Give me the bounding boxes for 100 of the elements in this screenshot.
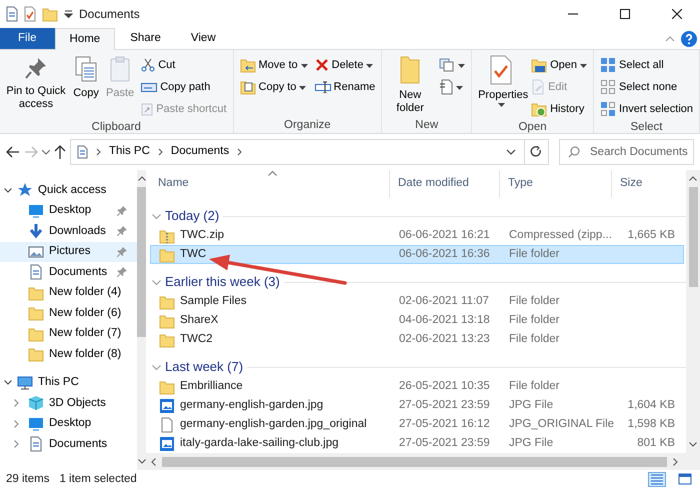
chevron-icon[interactable] (237, 148, 242, 156)
scroll-left-icon[interactable] (151, 458, 156, 466)
column-header[interactable]: Type (500, 170, 612, 198)
ribbon-button[interactable]: Rename (312, 77, 378, 97)
collapsed-chevron-icon[interactable] (14, 420, 19, 428)
collapsed-chevron-icon[interactable] (14, 440, 19, 448)
dropdown-icon[interactable] (506, 149, 516, 155)
view-button[interactable] (648, 472, 666, 487)
select-none-icon (600, 79, 616, 95)
properties-icon (488, 55, 514, 85)
sidebar-item[interactable]: Documents (0, 434, 138, 454)
sidebar-item[interactable]: New folder (7) (0, 324, 138, 344)
refresh-icon[interactable] (530, 146, 542, 158)
file-type: File folder (509, 248, 560, 260)
ribbon-button[interactable]: Cut (139, 55, 229, 75)
up-icon[interactable] (54, 145, 66, 159)
ribbon-button[interactable]: Pin to Quick access (4, 53, 68, 119)
picture-icon (28, 244, 44, 260)
file-row[interactable]: TWC.zip 06-06-2021 16:21 Compressed (zipp... 1,665 KB (150, 226, 684, 245)
ribbon-button[interactable]: History (529, 99, 590, 119)
ribbon-button[interactable]: Copy to (238, 77, 310, 97)
ribbon-button[interactable]: Open (529, 55, 590, 75)
scrollbar-thumb[interactable] (162, 456, 667, 466)
image-file-icon (159, 398, 175, 414)
sidebar-item[interactable]: Downloads (0, 221, 138, 242)
ribbon-button[interactable]: New folder (386, 53, 434, 117)
sidebar-item[interactable]: Desktop (0, 414, 138, 434)
back-icon[interactable] (6, 146, 20, 158)
file-menu-tab[interactable]: File (0, 28, 55, 49)
file-name: TWC2 (180, 332, 213, 347)
expanded-chevron-icon[interactable] (4, 188, 12, 193)
file-row[interactable]: italy-garda-lake-sailing-club.jpg 27-05-2021 23:59 JPG File 801 KB (150, 434, 684, 453)
scroll-down-icon[interactable] (689, 442, 697, 447)
file-row[interactable]: germany-english-garden.jpg_original 27-05-2021 16:12 JPG_ORIGINAL File 1,598 KB (150, 415, 684, 434)
scroll-up-icon[interactable] (138, 176, 146, 181)
ribbon-button[interactable]: Select none (598, 77, 695, 97)
invert-selection-icon (600, 101, 616, 117)
sidebar-item[interactable]: This PC (0, 372, 138, 393)
folder-icon (42, 6, 58, 22)
collapse-ribbon-icon[interactable] (665, 36, 676, 42)
chevron-icon[interactable] (158, 148, 163, 156)
ribbon-button[interactable]: Delete (312, 55, 378, 75)
horizontal-scrollbar[interactable] (145, 453, 700, 470)
file-size: 801 KB (637, 436, 675, 449)
sidebar-item[interactable]: New folder (8) (0, 344, 138, 364)
recent-locations-icon[interactable] (42, 150, 50, 154)
sidebar-item[interactable]: New folder (4) (0, 282, 138, 303)
edit-icon (531, 79, 546, 95)
expanded-chevron-icon[interactable] (4, 380, 12, 386)
column-header[interactable]: Date modified (390, 170, 500, 198)
scrollbar[interactable] (137, 170, 146, 470)
scroll-up-icon[interactable] (689, 176, 697, 181)
dropdown-icon[interactable] (64, 10, 73, 18)
breadcrumb[interactable]: Documents (170, 143, 230, 161)
ribbon-tab[interactable]: Home (54, 28, 116, 50)
document-icon (28, 264, 44, 280)
ribbon-button[interactable]: Move to (238, 55, 310, 75)
file-row[interactable]: ShareX 04-06-2021 13:18 File folder (150, 311, 684, 330)
ribbon-button[interactable]: Properties (476, 53, 526, 119)
ribbon-tab[interactable]: View (176, 28, 231, 49)
clipboard-icon (108, 55, 132, 83)
collapsed-chevron-icon[interactable] (14, 399, 19, 408)
group-header[interactable]: Earlier this week (3) (165, 272, 280, 292)
sidebar-item[interactable]: Desktop (0, 200, 138, 221)
scroll-right-icon[interactable] (673, 458, 678, 466)
ribbon-button[interactable]: Copy path (139, 77, 229, 97)
file-row[interactable]: Sample Files 02-06-2021 11:07 File folder (150, 292, 684, 311)
file-type: JPG File (509, 436, 554, 449)
sidebar-item[interactable]: Pictures (0, 242, 138, 262)
column-header[interactable]: Size (612, 170, 682, 198)
file-row[interactable]: Embrilliance 26-05-2021 10:35 File folder (150, 377, 684, 396)
scrollbar-thumb[interactable] (688, 187, 698, 287)
sidebar-item[interactable]: New folder (6) (0, 303, 138, 324)
document-icon (6, 6, 18, 22)
view-button[interactable] (676, 472, 694, 487)
ribbon-button[interactable]: Invert selection (598, 99, 695, 119)
scroll-down-icon[interactable] (138, 459, 146, 464)
folder-arrow-icon (240, 57, 256, 73)
file-row[interactable]: germany-english-garden.jpg 27-05-2021 23:59 JPG File 1,604 KB (150, 396, 684, 415)
address-bar[interactable]: This PC Documents (70, 139, 550, 165)
file-row[interactable]: TWC2 02-06-2021 13:23 File folder (150, 330, 684, 349)
scrollbar[interactable] (686, 170, 700, 453)
group-label: Clipboard (90, 120, 142, 135)
ribbon-button[interactable]: Select all (598, 55, 695, 75)
file-row[interactable]: TWC 06-06-2021 16:36 File folder (150, 245, 684, 264)
help-icon[interactable] (681, 30, 698, 46)
group-label: Select (630, 120, 664, 135)
breadcrumb[interactable]: This PC (109, 143, 150, 161)
folder-icon (159, 378, 175, 394)
sidebar-item[interactable]: 3D Objects (0, 393, 138, 414)
group-header[interactable]: Last week (7) (165, 357, 244, 377)
scrollbar-thumb[interactable] (137, 187, 146, 337)
column-header[interactable]: Name (150, 170, 390, 198)
sidebar-item[interactable]: Documents (0, 262, 138, 282)
sidebar-item[interactable]: Quick access (0, 180, 138, 200)
ribbon-tab[interactable]: Share (115, 28, 176, 49)
group-header[interactable]: Today (2) (165, 206, 220, 226)
ribbon-button[interactable]: Copy (71, 53, 102, 119)
search-field[interactable]: Search Documents (559, 139, 694, 165)
cube-icon (28, 395, 44, 412)
